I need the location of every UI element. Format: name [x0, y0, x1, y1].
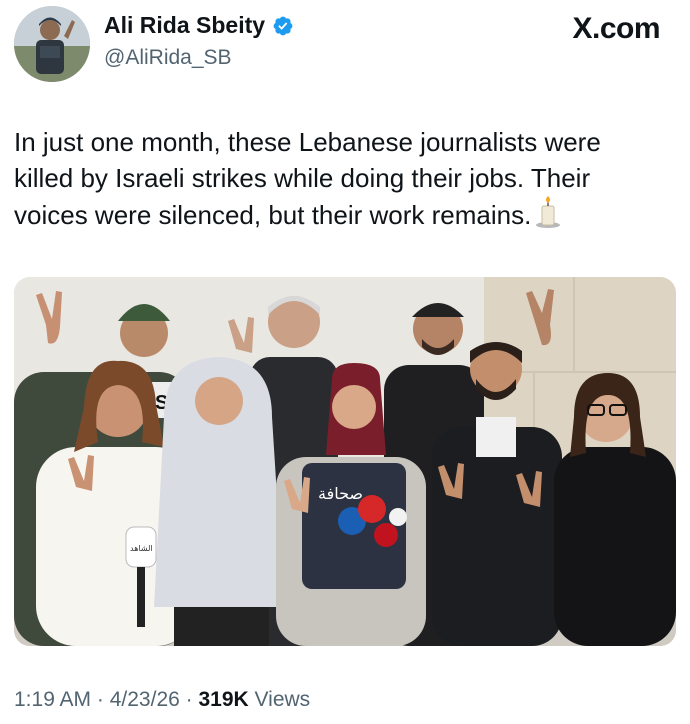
meta-separator: · — [185, 688, 199, 711]
views-count: 319K — [198, 688, 249, 711]
meta-separator: · — [96, 688, 110, 711]
mic-flag-text: الشاهد — [130, 544, 153, 553]
display-name[interactable]: Ali Rida Sbeity — [104, 12, 265, 39]
tweet-text: In just one month, these Lebanese journa… — [14, 124, 679, 237]
tweet-photo[interactable]: SS الشاهد صحافة — [14, 277, 676, 646]
user-handle[interactable]: @AliRida_SB — [104, 46, 232, 70]
tweet-body: In just one month, these Lebanese journa… — [14, 127, 601, 230]
avatar-image — [14, 6, 90, 82]
vest-press-text: صحافة — [318, 484, 363, 503]
author-name-row[interactable]: Ali Rida Sbeity — [104, 12, 294, 39]
tweet-date[interactable]: 4/23/26 — [110, 688, 180, 711]
candle-icon — [535, 196, 561, 237]
tweet-metadata: 1:19 AM · 4/23/26 · 319K Views — [14, 688, 310, 712]
views-label: Views — [254, 688, 311, 711]
journalists-group-photo: SS الشاهد صحافة — [14, 277, 676, 646]
brand-logo: X.com — [572, 12, 660, 45]
verified-badge-icon — [273, 16, 293, 35]
tweet-time[interactable]: 1:19 AM — [14, 688, 91, 711]
avatar[interactable] — [14, 6, 90, 82]
